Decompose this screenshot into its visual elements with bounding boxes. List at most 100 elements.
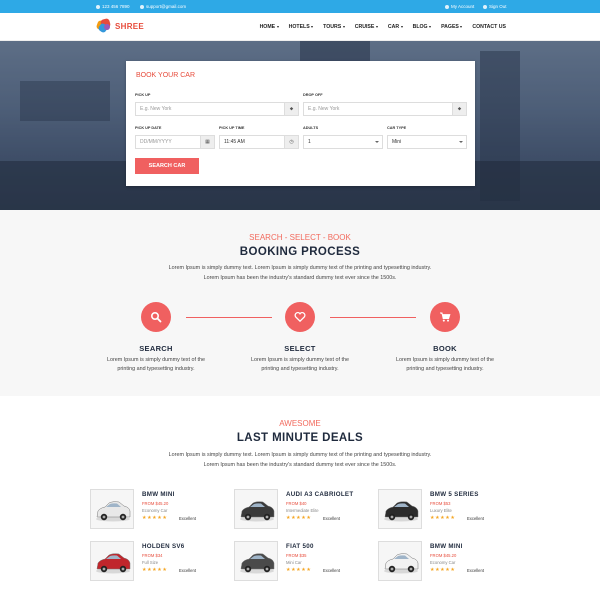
cart-icon bbox=[430, 302, 460, 332]
nav-item-tours[interactable]: TOURS bbox=[323, 24, 345, 30]
time-value: 11:45 AM bbox=[224, 139, 245, 145]
car-image[interactable] bbox=[90, 489, 134, 529]
top-bar: 123 456 7890 support@gmail.com My Accoun… bbox=[0, 0, 600, 13]
step-title-book: BOOK bbox=[433, 344, 457, 353]
deal-card[interactable]: BMW 5 SERIES FROM $53 Luxury Elite ★★★★★ Exc… bbox=[378, 489, 518, 531]
deals-desc-2: Lorem Ipsum has been the industry's stan… bbox=[203, 462, 397, 468]
car-category: Economy Car bbox=[142, 508, 168, 513]
step-desc-search-2: printing and typesetting industry. bbox=[117, 366, 195, 372]
car-image[interactable] bbox=[90, 541, 134, 581]
phone-info: 123 456 7890 bbox=[96, 4, 130, 9]
calendar-icon[interactable]: ▦ bbox=[200, 136, 214, 148]
star-rating-icon: ★★★★★ bbox=[430, 515, 456, 521]
deals-title: LAST MINUTE DEALS bbox=[236, 432, 364, 444]
deal-card[interactable]: HOLDEN SV6 FROM $34 Full Size ★★★★★ Excellen… bbox=[90, 541, 230, 583]
caret-down-icon bbox=[342, 26, 345, 28]
date-placeholder: DD/MM/YYYY bbox=[140, 139, 172, 145]
car-image[interactable] bbox=[378, 489, 422, 529]
step-desc-select-2: printing and typesetting industry. bbox=[261, 366, 339, 372]
nav-item-contact-us[interactable]: CONTACT US bbox=[472, 24, 506, 30]
car-price: FROM $45.20 bbox=[430, 553, 457, 558]
deals-desc-1: Lorem Ipsum is simply dummy text. Lorem … bbox=[168, 452, 432, 458]
brand-name[interactable]: SHREE bbox=[115, 22, 144, 31]
caret-down-icon bbox=[276, 26, 279, 28]
deal-card[interactable]: BMW MINI FROM $45.20 Economy Car ★★★★★ Excel… bbox=[90, 489, 230, 531]
sign-out-label[interactable]: Sign Out bbox=[489, 4, 507, 9]
location-pin-icon[interactable]: ⬥ bbox=[284, 103, 298, 115]
email-info[interactable]: support@gmail.com bbox=[140, 4, 186, 9]
caret-down-icon bbox=[429, 26, 432, 28]
caret-down-icon bbox=[375, 26, 378, 28]
nav-item-home[interactable]: HOME bbox=[260, 24, 279, 30]
location-pin-icon[interactable]: ⬥ bbox=[452, 103, 466, 115]
sign-out-icon bbox=[483, 4, 487, 9]
adults-select[interactable]: 1 bbox=[303, 135, 383, 149]
nav-item-label[interactable]: PAGES bbox=[441, 24, 459, 30]
rating-text: Excellent bbox=[179, 516, 196, 521]
nav-item-label[interactable]: CAR bbox=[388, 24, 399, 30]
pickup-label: PICK UP bbox=[135, 93, 151, 97]
deal-card[interactable]: FIAT 500 FROM $35 Mini Car ★★★★★ Excellent bbox=[234, 541, 374, 583]
brand-logo[interactable]: SHREE bbox=[95, 17, 144, 34]
step-desc-search-1: Lorem Ipsum is simply dummy text of the bbox=[107, 357, 205, 363]
nav-item-label[interactable]: HOTELS bbox=[289, 24, 310, 30]
pickup-time-label: PICK UP TIME bbox=[219, 126, 245, 130]
email-text[interactable]: support@gmail.com bbox=[146, 4, 186, 9]
car-type-select[interactable]: Mini bbox=[387, 135, 467, 149]
car-category: Mini Car bbox=[286, 560, 302, 565]
car-image[interactable] bbox=[234, 541, 278, 581]
step-desc-book-2: printing and typesetting industry. bbox=[406, 366, 484, 372]
car-image[interactable] bbox=[378, 541, 422, 581]
star-rating-icon: ★★★★★ bbox=[142, 515, 168, 521]
car-name[interactable]: AUDI A3 CABRIOLET bbox=[286, 491, 353, 498]
booking-process-section: SEARCH - SELECT - BOOK BOOKING PROCESS L… bbox=[0, 210, 600, 396]
nav-item-label[interactable]: TOURS bbox=[323, 24, 341, 30]
pickup-time-input[interactable]: 11:45 AM ◷ bbox=[219, 135, 299, 149]
process-desc-1: Lorem Ipsum is simply dummy text. Lorem … bbox=[168, 265, 432, 271]
car-type-value: Mini bbox=[392, 139, 402, 145]
nav-item-hotels[interactable]: HOTELS bbox=[289, 24, 314, 30]
nav-item-label[interactable]: CONTACT US bbox=[472, 24, 506, 30]
car-name[interactable]: HOLDEN SV6 bbox=[142, 543, 185, 550]
step-title-search: SEARCH bbox=[139, 344, 173, 353]
my-account-link[interactable]: My Account bbox=[445, 4, 474, 9]
car-category: Full Size bbox=[142, 560, 159, 565]
process-title: BOOKING PROCESS bbox=[239, 246, 361, 258]
nav-item-blog[interactable]: BLOG bbox=[413, 24, 432, 30]
car-name[interactable]: BMW 5 SERIES bbox=[430, 491, 479, 498]
nav-item-label[interactable]: CRUISE bbox=[355, 24, 375, 30]
dropoff-input[interactable]: E.g. New York ⬥ bbox=[303, 102, 467, 116]
phone-icon bbox=[96, 4, 100, 9]
search-car-button[interactable]: SEARCH CAR bbox=[135, 158, 199, 174]
nav-menu: HOME HOTELS TOURS CRUISE CAR BLOG PAGES CONTACT… bbox=[260, 13, 506, 41]
car-name[interactable]: BMW MINI bbox=[142, 491, 175, 498]
nav-item-label[interactable]: BLOG bbox=[413, 24, 428, 30]
nav-item-label[interactable]: HOME bbox=[260, 24, 276, 30]
deal-card[interactable]: AUDI A3 CABRIOLET FROM $40 Intermediate El… bbox=[234, 489, 374, 531]
pickup-placeholder: E.g. New York bbox=[140, 106, 172, 112]
step-desc-select-1: Lorem Ipsum is simply dummy text of the bbox=[251, 357, 349, 363]
logo-icon bbox=[95, 17, 112, 34]
nav-item-pages[interactable]: PAGES bbox=[441, 24, 463, 30]
star-rating-icon: ★★★★★ bbox=[430, 567, 456, 573]
car-image[interactable] bbox=[234, 489, 278, 529]
car-name[interactable]: BMW MINI bbox=[430, 543, 463, 550]
pickup-input[interactable]: E.g. New York ⬥ bbox=[135, 102, 299, 116]
clock-icon[interactable]: ◷ bbox=[284, 136, 298, 148]
nav-item-car[interactable]: CAR bbox=[388, 24, 403, 30]
deal-card[interactable]: BMW MINI FROM $45.20 Economy Car ★★★★★ Excel… bbox=[378, 541, 518, 583]
rating-text: Excellent bbox=[179, 568, 196, 573]
deals-subtitle: AWESOME bbox=[279, 419, 321, 428]
pickup-date-input[interactable]: DD/MM/YYYY ▦ bbox=[135, 135, 215, 149]
my-account-label[interactable]: My Account bbox=[451, 4, 474, 9]
nav-item-cruise[interactable]: CRUISE bbox=[355, 24, 378, 30]
car-name[interactable]: FIAT 500 bbox=[286, 543, 314, 550]
step-title-select: SELECT bbox=[284, 344, 316, 353]
adults-value: 1 bbox=[308, 139, 311, 145]
last-minute-deals-section: AWESOME LAST MINUTE DEALS Lorem Ipsum is… bbox=[0, 396, 600, 600]
sign-out-link[interactable]: Sign Out bbox=[483, 4, 507, 9]
rating-text: Excellent bbox=[467, 516, 484, 521]
dropoff-label: DROP OFF bbox=[303, 93, 323, 97]
step-connector bbox=[330, 317, 416, 318]
rating-text: Excellent bbox=[323, 516, 340, 521]
